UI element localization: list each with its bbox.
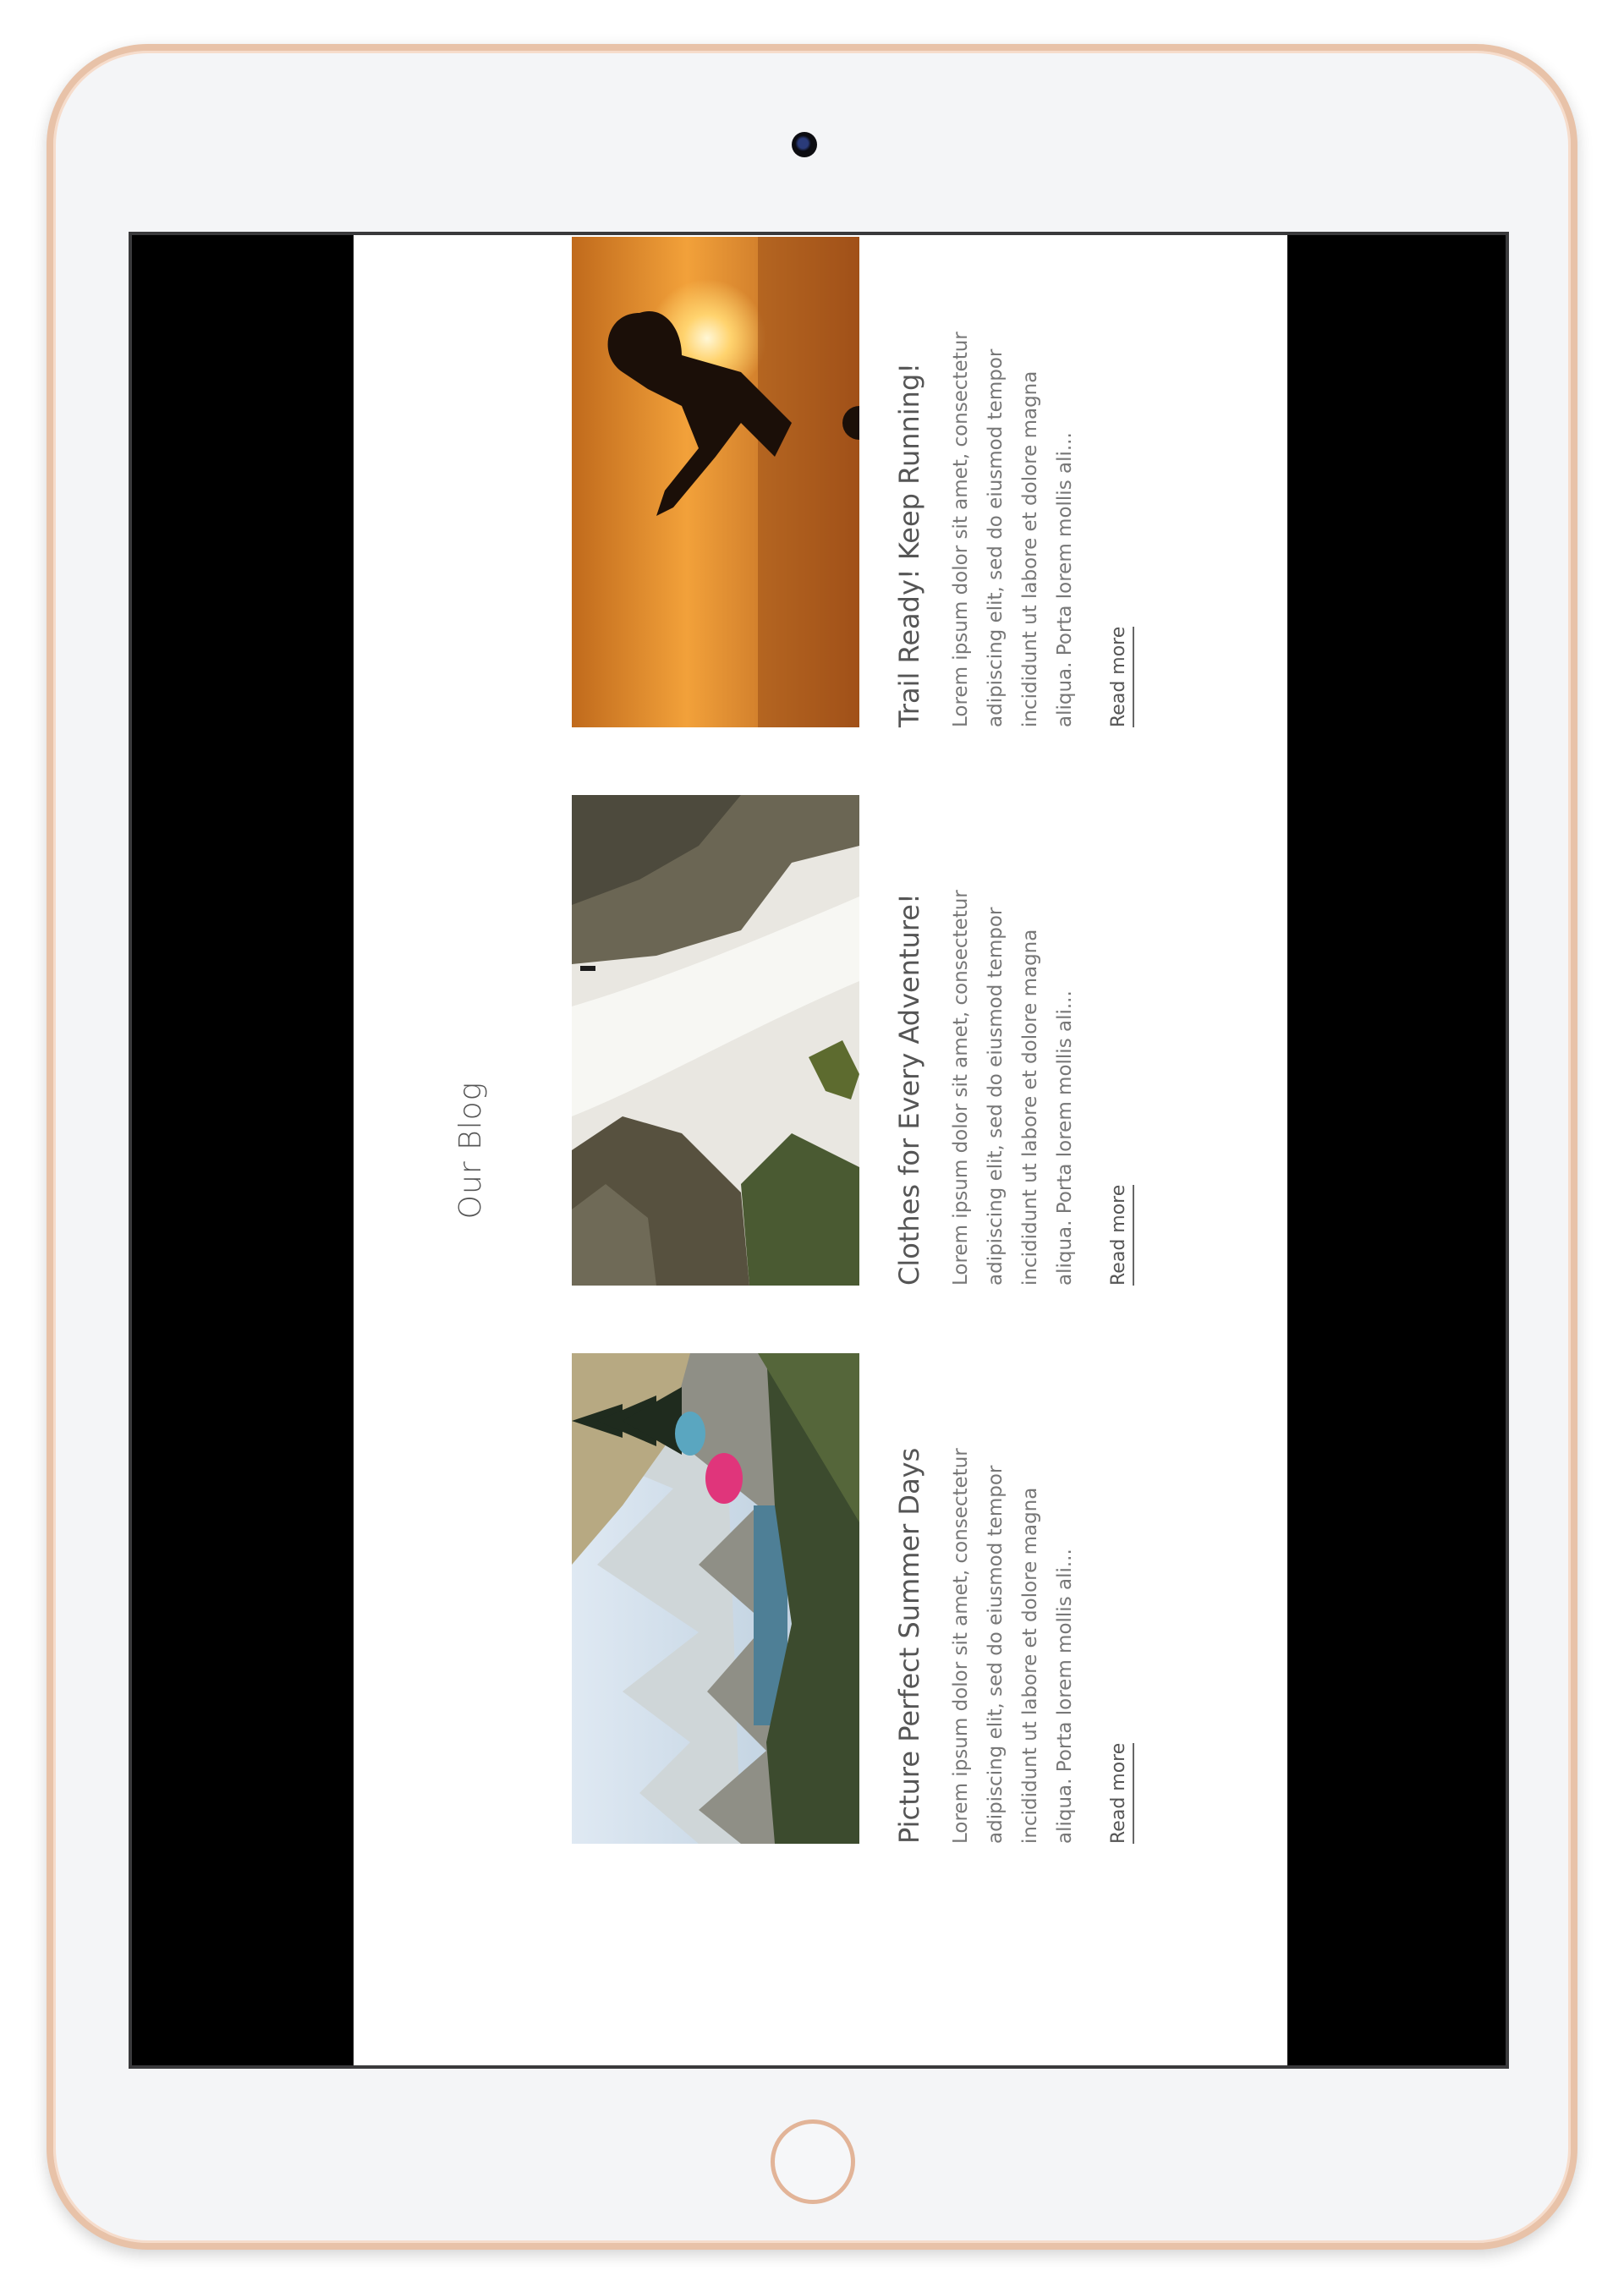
blog-card-excerpt: Lorem ipsum dolor sit amet, consectetur …	[950, 890, 1077, 1286]
webpage: Our Blog Picture Perfect Summer Days Lor…	[354, 235, 1287, 2065]
blog-card: Trail Ready! Keep Running! Lorem ipsum d…	[572, 237, 1135, 727]
home-button[interactable]	[771, 2119, 855, 2204]
read-more-link[interactable]: Read more	[1108, 626, 1135, 727]
blog-card-title[interactable]: Trail Ready! Keep Running!	[893, 237, 925, 727]
read-more-link[interactable]: Read more	[1108, 1742, 1135, 1844]
rotated-blog-content: Our Blog Picture Perfect Summer Days Lor…	[354, 235, 1287, 2065]
blog-card-title[interactable]: Clothes for Every Adventure!	[893, 795, 925, 1286]
waterfall-rocks-hiker-photo	[572, 795, 859, 1286]
read-more-link[interactable]: Read more	[1108, 1184, 1135, 1286]
blog-card-title[interactable]: Picture Perfect Summer Days	[893, 1353, 925, 1844]
blog-card: Clothes for Every Adventure! Lorem ipsum…	[572, 795, 1135, 1286]
blog-card-image[interactable]	[572, 237, 859, 727]
blog-section-title: Our Blog	[453, 1081, 488, 1220]
sunset-runner-silhouette-photo	[572, 237, 859, 727]
tablet-screen: Our Blog Picture Perfect Summer Days Lor…	[129, 232, 1509, 2069]
blog-card-image[interactable]	[572, 795, 859, 1286]
blog-card-image[interactable]	[572, 1353, 859, 1844]
mountain-lake-camping-photo	[572, 1353, 859, 1844]
blog-card: Picture Perfect Summer Days Lorem ipsum …	[572, 1353, 1135, 1844]
blog-card-excerpt: Lorem ipsum dolor sit amet, consectetur …	[950, 1448, 1077, 1844]
front-camera-icon	[792, 132, 817, 157]
blog-card-excerpt: Lorem ipsum dolor sit amet, consectetur …	[950, 332, 1077, 727]
tablet-device-frame: Our Blog Picture Perfect Summer Days Lor…	[47, 44, 1577, 2250]
